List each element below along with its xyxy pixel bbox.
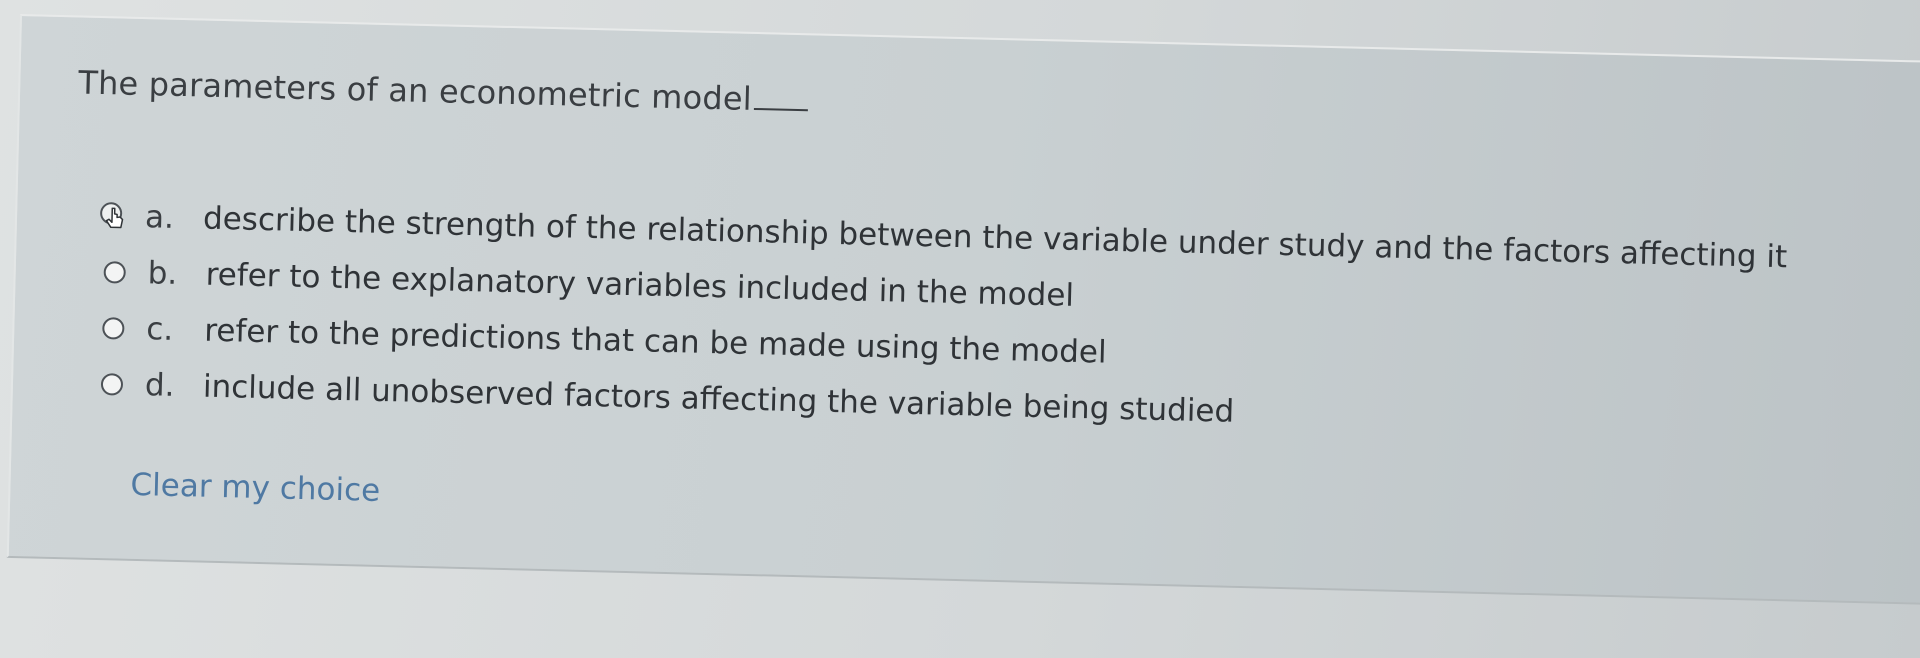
- option-b-letter: b.: [147, 255, 178, 292]
- radio-button-icon[interactable]: [103, 261, 126, 284]
- radio-button-icon[interactable]: [102, 317, 125, 340]
- question-card: The parameters of an econometric model a…: [6, 14, 1920, 605]
- page: The parameters of an econometric model a…: [0, 0, 1920, 658]
- answer-options: a. describe the strength of the relation…: [100, 188, 1788, 453]
- answer-blank: [753, 107, 808, 112]
- hand-pointer-icon: [99, 200, 132, 233]
- option-c-letter: c.: [145, 311, 174, 348]
- radio-button-icon[interactable]: [100, 373, 124, 396]
- question-text: The parameters of an econometric model: [78, 63, 808, 119]
- question-label: The parameters of an econometric model: [77, 63, 753, 118]
- option-a-letter: a.: [144, 199, 175, 236]
- option-d-letter: d.: [144, 367, 175, 404]
- clear-choice-link[interactable]: Clear my choice: [130, 467, 381, 509]
